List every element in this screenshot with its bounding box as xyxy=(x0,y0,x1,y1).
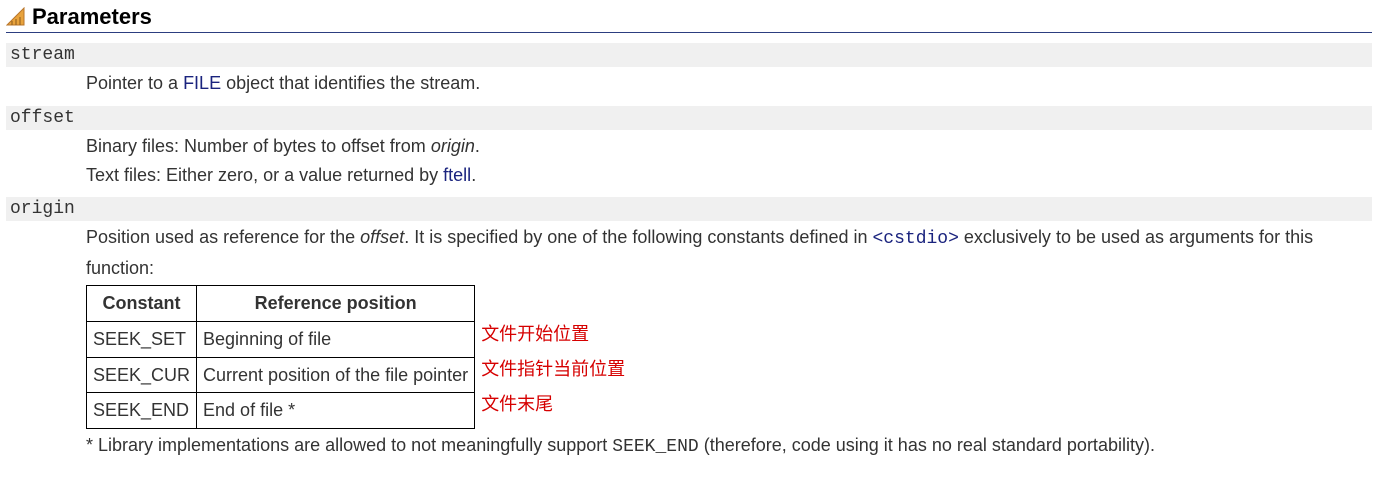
table-row: SEEK_END End of file * xyxy=(87,393,475,429)
annotation-column: 文件开始位置 文件指针当前位置 文件末尾 xyxy=(481,283,625,422)
text: object that identifies the stream. xyxy=(221,73,480,93)
annotation: 文件开始位置 xyxy=(481,317,625,352)
section-title: Parameters xyxy=(32,4,152,30)
header-refpos: Reference position xyxy=(197,285,475,321)
file-link[interactable]: FILE xyxy=(183,73,221,93)
header-constant: Constant xyxy=(87,285,197,321)
text: Binary files: Number of bytes to offset … xyxy=(86,136,431,156)
cell-refpos: Beginning of file xyxy=(197,321,475,357)
param-term-origin: origin xyxy=(6,197,1372,221)
origin-word: origin xyxy=(431,136,475,156)
footnote-text: (therefore, code using it has no real st… xyxy=(699,435,1155,455)
table-row: SEEK_CUR Current position of the file po… xyxy=(87,357,475,393)
text: . xyxy=(471,165,476,185)
param-desc-stream: Pointer to a FILE object that identifies… xyxy=(86,67,1372,98)
text: . It is specified by one of the followin… xyxy=(404,227,872,247)
text: Pointer to a xyxy=(86,73,183,93)
text: Position used as reference for the xyxy=(86,227,360,247)
table-and-annotations: Constant Reference position SEEK_SET Beg… xyxy=(86,283,1372,431)
offset-word: offset xyxy=(360,227,404,247)
cell-refpos: End of file * xyxy=(197,393,475,429)
table-row: SEEK_SET Beginning of file xyxy=(87,321,475,357)
param-desc-origin: Position used as reference for the offse… xyxy=(86,221,1372,462)
footnote-text: * Library implementations are allowed to… xyxy=(86,435,612,455)
cell-refpos: Current position of the file pointer xyxy=(197,357,475,393)
cell-constant: SEEK_END xyxy=(87,393,197,429)
section-heading: Parameters xyxy=(6,4,1372,33)
text: Text files: Either zero, or a value retu… xyxy=(86,165,443,185)
ftell-link[interactable]: ftell xyxy=(443,165,471,185)
text: . xyxy=(475,136,480,156)
cstdio-link[interactable]: <cstdio> xyxy=(872,229,958,249)
cell-constant: SEEK_SET xyxy=(87,321,197,357)
param-term-stream: stream xyxy=(6,43,1372,67)
param-desc-offset: Binary files: Number of bytes to offset … xyxy=(86,130,1372,190)
ruler-icon xyxy=(6,7,26,27)
table-header-row: Constant Reference position xyxy=(87,285,475,321)
seek-end-code: SEEK_END xyxy=(612,437,698,457)
annotation: 文件末尾 xyxy=(481,387,625,422)
parameter-list: stream Pointer to a FILE object that ide… xyxy=(6,43,1372,462)
annotation: 文件指针当前位置 xyxy=(481,352,625,387)
constants-table: Constant Reference position SEEK_SET Beg… xyxy=(86,285,475,429)
param-term-offset: offset xyxy=(6,106,1372,130)
cell-constant: SEEK_CUR xyxy=(87,357,197,393)
